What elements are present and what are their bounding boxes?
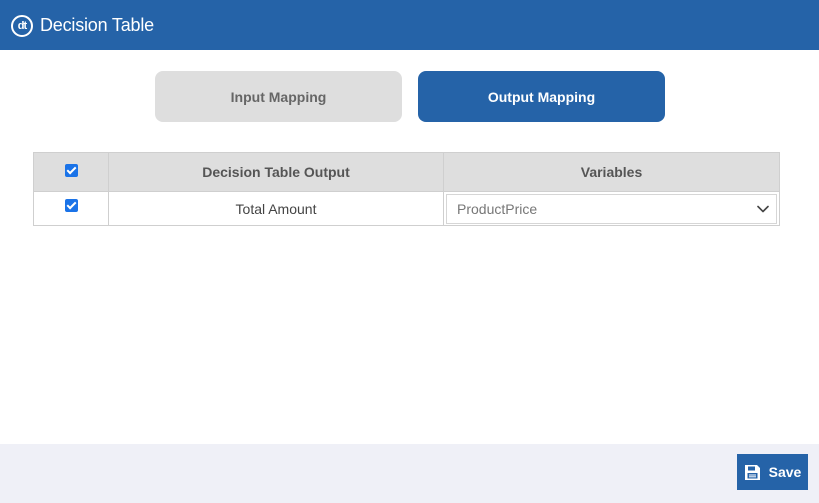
output-name: Total Amount [235, 200, 317, 217]
variable-select[interactable]: ProductPrice [446, 193, 777, 224]
save-button[interactable]: Save [737, 454, 808, 490]
tab-input-mapping[interactable]: Input Mapping [155, 71, 402, 122]
decision-table-window: dt Decision Table Input Mapping Output M… [0, 0, 819, 503]
footer-bar: Save [0, 444, 819, 503]
select-all-checkbox[interactable] [64, 163, 78, 177]
column-header-decision-table-output: Decision Table Output [108, 152, 444, 192]
row-checkbox-cell [33, 191, 109, 226]
title-bar: dt Decision Table [0, 0, 819, 50]
output-mapping-table: Decision Table Output Variables Total Am… [33, 152, 780, 226]
window-title: Decision Table [40, 14, 154, 35]
table-row: Total Amount ProductPrice [33, 191, 780, 226]
decision-table-logo-icon: dt [11, 14, 33, 37]
floppy-disk-icon [744, 463, 762, 481]
variable-select-value: ProductPrice [457, 200, 538, 217]
tab-output-mapping[interactable]: Output Mapping [418, 71, 665, 122]
row-checkbox[interactable] [64, 199, 78, 213]
table-header-row: Decision Table Output Variables [33, 152, 780, 192]
select-all-header [33, 152, 109, 192]
save-label: Save [768, 464, 802, 480]
logo-text: dt [17, 19, 27, 32]
variable-cell: ProductPrice [443, 191, 780, 226]
output-cell: Total Amount [108, 191, 444, 226]
chevron-down-icon [754, 200, 772, 218]
column-header-variables: Variables [443, 152, 780, 192]
